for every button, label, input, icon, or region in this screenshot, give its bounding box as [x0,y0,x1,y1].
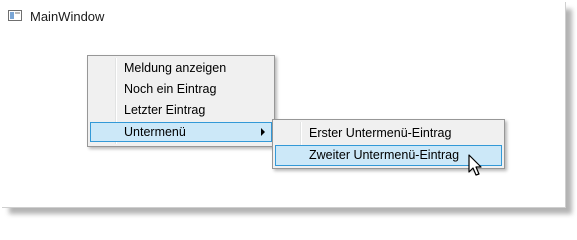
menu-item-label: Meldung anzeigen [124,61,227,75]
menu-item-label: Erster Untermenü-Eintrag [309,126,452,140]
submenu-arrow-icon [261,128,265,136]
menu-item-meldung-anzeigen[interactable]: Meldung anzeigen [90,58,272,78]
window-title: MainWindow [30,9,105,24]
menu-item-label: Noch ein Eintrag [124,82,217,96]
menu-item-label: Letzter Eintrag [124,103,206,117]
menu-item-label: Untermenü [124,125,186,139]
menu-item-label: Zweiter Untermenü-Eintrag [309,148,460,162]
title-bar[interactable]: MainWindow [2,2,565,30]
submenu-item-erster-eintrag[interactable]: Erster Untermenü-Eintrag [275,123,502,143]
context-menu: Meldung anzeigen Noch ein Eintrag Letzte… [87,55,275,147]
menu-item-untermenue[interactable]: Untermenü [90,122,272,142]
menu-item-letzter-eintrag[interactable]: Letzter Eintrag [90,100,272,120]
mouse-pointer-icon [468,154,482,176]
window-app-icon[interactable] [8,10,22,21]
menu-item-noch-ein-eintrag[interactable]: Noch ein Eintrag [90,79,272,99]
